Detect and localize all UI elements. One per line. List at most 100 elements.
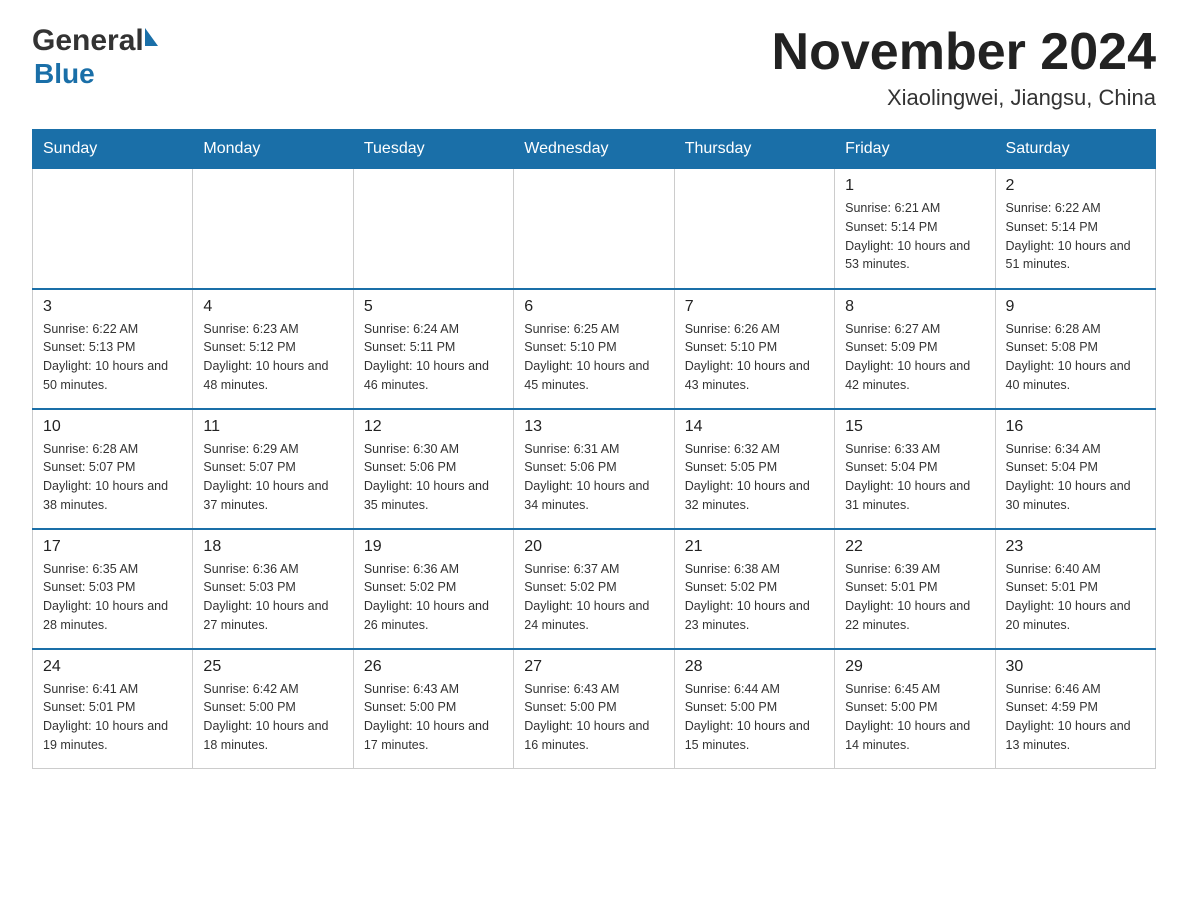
day-info: Sunrise: 6:30 AM Sunset: 5:06 PM Dayligh…: [364, 440, 503, 515]
location-subtitle: Xiaolingwei, Jiangsu, China: [772, 85, 1156, 111]
day-number: 14: [685, 418, 824, 436]
calendar-cell: 30 Sunrise: 6:46 AM Sunset: 4:59 PM Dayli…: [995, 649, 1155, 769]
calendar-cell: 3 Sunrise: 6:22 AM Sunset: 5:13 PM Daylig…: [33, 289, 193, 409]
day-number: 24: [43, 658, 182, 676]
logo-blue-text: Blue: [34, 58, 95, 89]
day-info: Sunrise: 6:42 AM Sunset: 5:00 PM Dayligh…: [203, 680, 342, 755]
calendar-cell: [193, 169, 353, 289]
calendar-cell: 13Sunrise: 6:31 AM Sunset: 5:06 PM Dayli…: [514, 409, 674, 529]
day-info: Sunrise: 6:29 AM Sunset: 5:07 PM Dayligh…: [203, 440, 342, 515]
calendar-cell: 12 Sunrise: 6:30 AM Sunset: 5:06 PM Dayli…: [353, 409, 513, 529]
day-info: Sunrise: 6:40 AM Sunset: 5:01 PM Dayligh…: [1006, 560, 1145, 635]
calendar-cell: 21 Sunrise: 6:38 AM Sunset: 5:02 PM Dayli…: [674, 529, 834, 649]
calendar-cell: [353, 169, 513, 289]
day-info: Sunrise: 6:22 AM Sunset: 5:14 PM Dayligh…: [1006, 199, 1145, 274]
calendar-cell: 14 Sunrise: 6:32 AM Sunset: 5:05 PM Dayli…: [674, 409, 834, 529]
weekday-header-friday: Friday: [835, 130, 995, 169]
day-info: Sunrise: 6:26 AM Sunset: 5:10 PM Dayligh…: [685, 320, 824, 395]
day-info: Sunrise: 6:44 AM Sunset: 5:00 PM Dayligh…: [685, 680, 824, 755]
day-number: 26: [364, 658, 503, 676]
day-info: Sunrise: 6:28 AM Sunset: 5:08 PM Dayligh…: [1006, 320, 1145, 395]
logo: General Blue: [32, 24, 158, 90]
calendar-cell: 24 Sunrise: 6:41 AM Sunset: 5:01 PM Dayli…: [33, 649, 193, 769]
day-number: 28: [685, 658, 824, 676]
day-info: Sunrise: 6:41 AM Sunset: 5:01 PM Dayligh…: [43, 680, 182, 755]
calendar-cell: 2Sunrise: 6:22 AM Sunset: 5:14 PM Daylig…: [995, 169, 1155, 289]
day-number: 19: [364, 538, 503, 556]
day-number: 6: [524, 298, 663, 316]
day-info: Sunrise: 6:38 AM Sunset: 5:02 PM Dayligh…: [685, 560, 824, 635]
day-number: 15: [845, 418, 984, 436]
weekday-header-monday: Monday: [193, 130, 353, 169]
calendar-cell: 10 Sunrise: 6:28 AM Sunset: 5:07 PM Dayli…: [33, 409, 193, 529]
weekday-header-sunday: Sunday: [33, 130, 193, 169]
calendar-cell: 6Sunrise: 6:25 AM Sunset: 5:10 PM Daylig…: [514, 289, 674, 409]
day-info: Sunrise: 6:33 AM Sunset: 5:04 PM Dayligh…: [845, 440, 984, 515]
day-number: 22: [845, 538, 984, 556]
day-info: Sunrise: 6:39 AM Sunset: 5:01 PM Dayligh…: [845, 560, 984, 635]
calendar-cell: 29 Sunrise: 6:45 AM Sunset: 5:00 PM Dayli…: [835, 649, 995, 769]
calendar-week-row: 1Sunrise: 6:21 AM Sunset: 5:14 PM Daylig…: [33, 169, 1156, 289]
calendar-cell: 27 Sunrise: 6:43 AM Sunset: 5:00 PM Dayli…: [514, 649, 674, 769]
calendar-cell: 23Sunrise: 6:40 AM Sunset: 5:01 PM Dayli…: [995, 529, 1155, 649]
day-info: Sunrise: 6:27 AM Sunset: 5:09 PM Dayligh…: [845, 320, 984, 395]
calendar-cell: 8Sunrise: 6:27 AM Sunset: 5:09 PM Daylig…: [835, 289, 995, 409]
day-number: 27: [524, 658, 663, 676]
day-number: 21: [685, 538, 824, 556]
day-info: Sunrise: 6:23 AM Sunset: 5:12 PM Dayligh…: [203, 320, 342, 395]
day-number: 10: [43, 418, 182, 436]
weekday-header-tuesday: Tuesday: [353, 130, 513, 169]
calendar-cell: 22 Sunrise: 6:39 AM Sunset: 5:01 PM Dayli…: [835, 529, 995, 649]
day-info: Sunrise: 6:22 AM Sunset: 5:13 PM Dayligh…: [43, 320, 182, 395]
day-info: Sunrise: 6:36 AM Sunset: 5:03 PM Dayligh…: [203, 560, 342, 635]
calendar-week-row: 3 Sunrise: 6:22 AM Sunset: 5:13 PM Daylig…: [33, 289, 1156, 409]
calendar-cell: 25 Sunrise: 6:42 AM Sunset: 5:00 PM Dayli…: [193, 649, 353, 769]
calendar-cell: 4Sunrise: 6:23 AM Sunset: 5:12 PM Daylig…: [193, 289, 353, 409]
day-number: 29: [845, 658, 984, 676]
calendar-week-row: 10 Sunrise: 6:28 AM Sunset: 5:07 PM Dayli…: [33, 409, 1156, 529]
day-info: Sunrise: 6:28 AM Sunset: 5:07 PM Dayligh…: [43, 440, 182, 515]
calendar-cell: [674, 169, 834, 289]
day-number: 9: [1006, 298, 1145, 316]
calendar-cell: 5 Sunrise: 6:24 AM Sunset: 5:11 PM Daylig…: [353, 289, 513, 409]
calendar-table: SundayMondayTuesdayWednesdayThursdayFrid…: [32, 129, 1156, 769]
day-number: 30: [1006, 658, 1145, 676]
calendar-cell: 26Sunrise: 6:43 AM Sunset: 5:00 PM Dayli…: [353, 649, 513, 769]
calendar-cell: 19 Sunrise: 6:36 AM Sunset: 5:02 PM Dayli…: [353, 529, 513, 649]
calendar-week-row: 24 Sunrise: 6:41 AM Sunset: 5:01 PM Dayli…: [33, 649, 1156, 769]
calendar-cell: 20 Sunrise: 6:37 AM Sunset: 5:02 PM Dayli…: [514, 529, 674, 649]
day-info: Sunrise: 6:21 AM Sunset: 5:14 PM Dayligh…: [845, 199, 984, 274]
day-info: Sunrise: 6:46 AM Sunset: 4:59 PM Dayligh…: [1006, 680, 1145, 755]
calendar-cell: [33, 169, 193, 289]
day-info: Sunrise: 6:32 AM Sunset: 5:05 PM Dayligh…: [685, 440, 824, 515]
page-header: General Blue November 2024 Xiaolingwei, …: [32, 24, 1156, 111]
day-number: 16: [1006, 418, 1145, 436]
calendar-cell: 7Sunrise: 6:26 AM Sunset: 5:10 PM Daylig…: [674, 289, 834, 409]
day-info: Sunrise: 6:43 AM Sunset: 5:00 PM Dayligh…: [524, 680, 663, 755]
calendar-cell: 1Sunrise: 6:21 AM Sunset: 5:14 PM Daylig…: [835, 169, 995, 289]
day-number: 17: [43, 538, 182, 556]
day-number: 20: [524, 538, 663, 556]
day-number: 18: [203, 538, 342, 556]
calendar-header-row: SundayMondayTuesdayWednesdayThursdayFrid…: [33, 130, 1156, 169]
day-info: Sunrise: 6:35 AM Sunset: 5:03 PM Dayligh…: [43, 560, 182, 635]
day-info: Sunrise: 6:24 AM Sunset: 5:11 PM Dayligh…: [364, 320, 503, 395]
day-number: 5: [364, 298, 503, 316]
calendar-cell: 18 Sunrise: 6:36 AM Sunset: 5:03 PM Dayli…: [193, 529, 353, 649]
day-number: 11: [203, 418, 342, 436]
calendar-cell: 9 Sunrise: 6:28 AM Sunset: 5:08 PM Daylig…: [995, 289, 1155, 409]
day-number: 12: [364, 418, 503, 436]
day-info: Sunrise: 6:36 AM Sunset: 5:02 PM Dayligh…: [364, 560, 503, 635]
calendar-cell: 16Sunrise: 6:34 AM Sunset: 5:04 PM Dayli…: [995, 409, 1155, 529]
title-section: November 2024 Xiaolingwei, Jiangsu, Chin…: [772, 24, 1156, 111]
calendar-cell: 15 Sunrise: 6:33 AM Sunset: 5:04 PM Dayli…: [835, 409, 995, 529]
day-number: 3: [43, 298, 182, 316]
weekday-header-wednesday: Wednesday: [514, 130, 674, 169]
month-title: November 2024: [772, 24, 1156, 81]
logo-general-text: General: [32, 24, 144, 58]
day-number: 25: [203, 658, 342, 676]
day-info: Sunrise: 6:45 AM Sunset: 5:00 PM Dayligh…: [845, 680, 984, 755]
calendar-cell: [514, 169, 674, 289]
day-info: Sunrise: 6:37 AM Sunset: 5:02 PM Dayligh…: [524, 560, 663, 635]
calendar-week-row: 17 Sunrise: 6:35 AM Sunset: 5:03 PM Dayli…: [33, 529, 1156, 649]
